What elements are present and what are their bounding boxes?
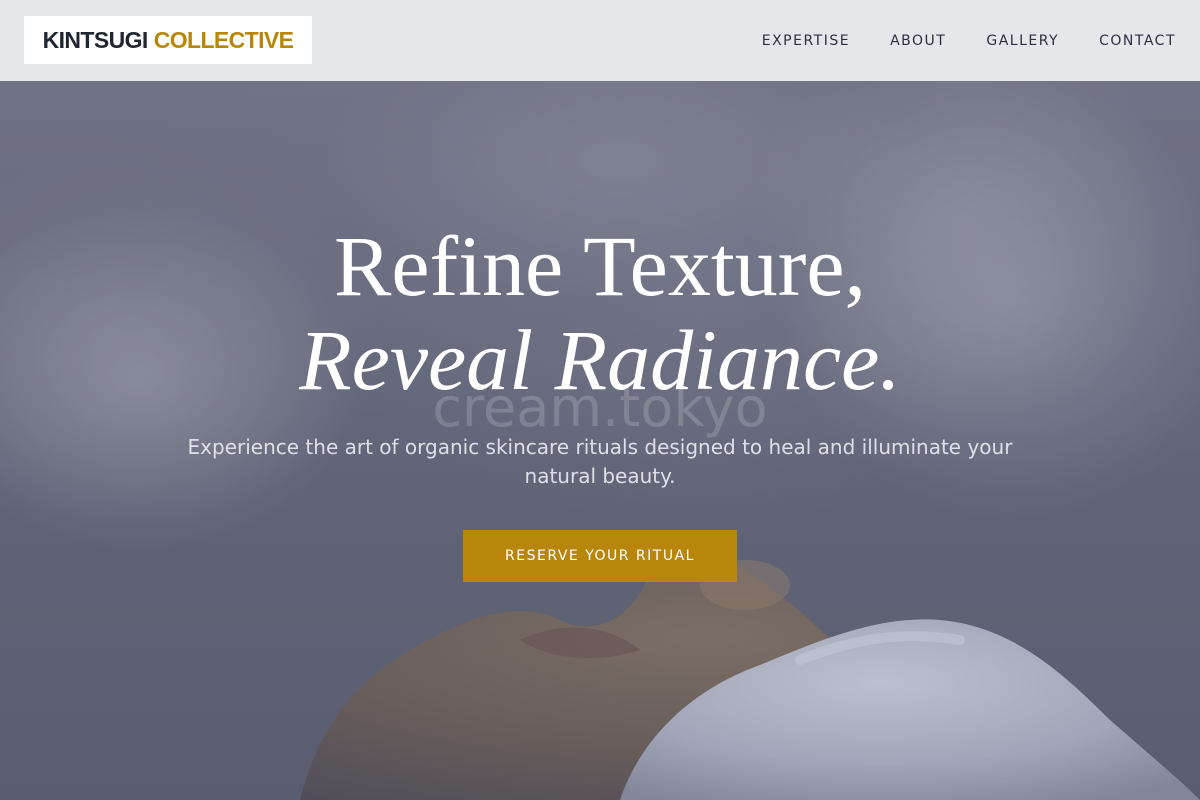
hero-headline-line1: Refine Texture,	[333, 218, 867, 314]
reserve-ritual-button[interactable]: RESERVE YOUR RITUAL	[463, 530, 737, 582]
hero-headline-line2: Reveal Radiance.	[299, 312, 901, 408]
hero-content: Refine Texture, cream.tokyo Reveal Radia…	[0, 0, 1200, 800]
page: KINTSUGI COLLECTIVE EXPERTISE ABOUT GALL…	[0, 0, 1200, 800]
hero-subtitle: Experience the art of organic skincare r…	[187, 435, 1013, 488]
